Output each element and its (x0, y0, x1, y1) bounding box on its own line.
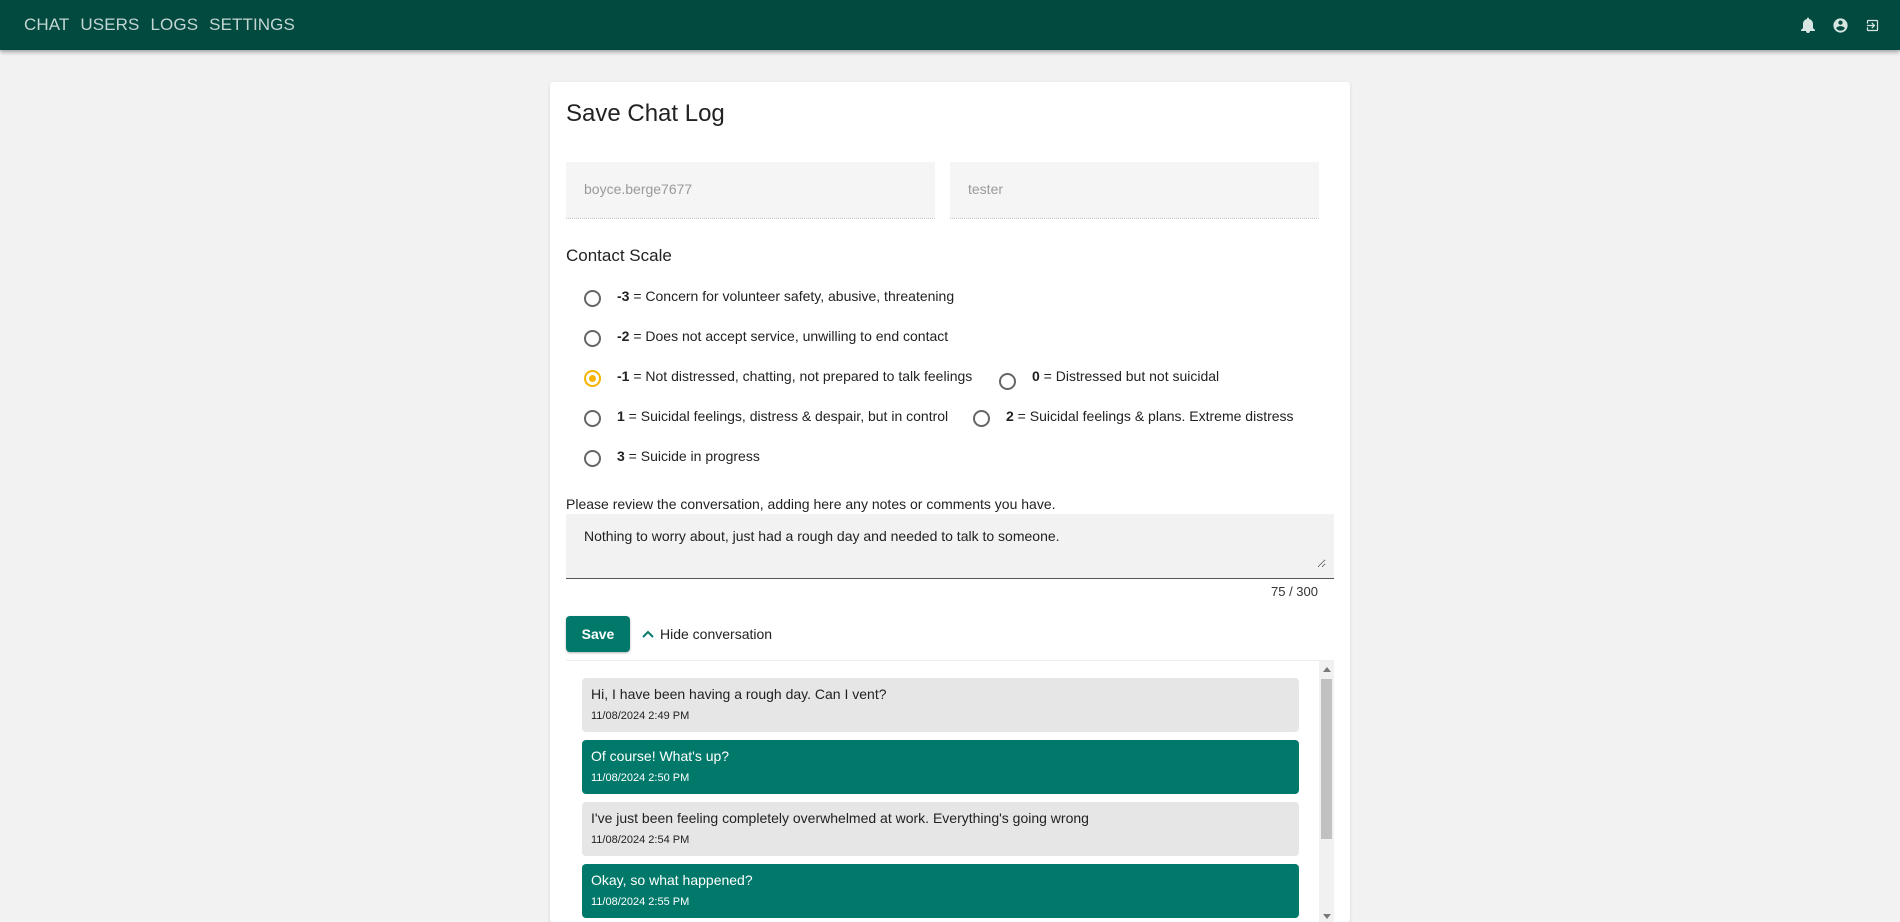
save-chat-log-card: Save Chat Log Contact Scale -3 = Concern… (550, 82, 1350, 922)
username-field[interactable] (566, 162, 935, 219)
chevron-up-icon (642, 630, 654, 638)
radio-label: -3 = Concern for volunteer safety, abusi… (617, 288, 954, 304)
scrollbar-thumb[interactable] (1321, 679, 1332, 839)
conversation-scrollbar[interactable] (1319, 661, 1334, 922)
scale-value: -3 (617, 287, 630, 304)
message-text: Hi, I have been having a rough day. Can … (591, 686, 887, 702)
volunteer-input[interactable] (966, 180, 1300, 198)
message-timestamp: 11/08/2024 2:49 PM (591, 710, 690, 722)
radio-button-selected[interactable] (584, 370, 601, 387)
notes-field[interactable]: Nothing to worry about, just had a rough… (566, 514, 1334, 579)
scale-value: 2 (1006, 407, 1014, 424)
notes-label: Please review the conversation, adding h… (566, 496, 1056, 512)
message-timestamp: 11/08/2024 2:54 PM (591, 834, 690, 846)
scale-value: -2 (617, 327, 630, 344)
radio-label: 3 = Suicide in progress (617, 448, 760, 464)
radio-button[interactable] (999, 373, 1016, 390)
bell-icon[interactable] (1799, 16, 1817, 34)
nav-chat[interactable]: CHAT (24, 15, 69, 35)
contact-scale-option-2[interactable]: 2 = Suicidal feelings & plans. Extreme d… (973, 408, 1294, 427)
message-timestamp: 11/08/2024 2:50 PM (591, 772, 690, 784)
save-button[interactable]: Save (566, 616, 630, 652)
scroll-down-arrow-icon[interactable] (1323, 914, 1331, 919)
scroll-up-arrow-icon[interactable] (1323, 667, 1331, 672)
chat-message-received: I've just been feeling completely overwh… (582, 802, 1299, 856)
chat-message-sent: Okay, so what happened? 11/08/2024 2:55 … (582, 864, 1299, 918)
contact-scale-option-0[interactable]: 0 = Distressed but not suicidal (999, 368, 1219, 390)
scale-value: -1 (617, 367, 630, 384)
scale-value: 1 (617, 407, 625, 424)
contact-scale-title: Contact Scale (566, 246, 672, 265)
radio-label: -2 = Does not accept service, unwilling … (617, 328, 948, 344)
conversation-panel[interactable]: Hi, I have been having a rough day. Can … (566, 660, 1334, 922)
hide-conversation-button[interactable]: Hide conversation (642, 618, 772, 650)
scale-desc: = Suicide in progress (624, 447, 760, 464)
scale-desc: = Suicidal feelings & plans. Extreme dis… (1013, 407, 1294, 424)
volunteer-field[interactable] (950, 162, 1319, 219)
hide-conversation-label: Hide conversation (660, 626, 773, 642)
scale-desc: = Not distressed, chatting, not prepared… (629, 367, 973, 384)
message-text: Okay, so what happened? (591, 872, 753, 888)
radio-button[interactable] (584, 330, 601, 347)
radio-button[interactable] (584, 450, 601, 467)
message-text: Of course! What's up? (591, 748, 730, 764)
nav-users[interactable]: USERS (80, 15, 139, 35)
nav-settings[interactable]: SETTINGS (209, 15, 295, 35)
radio-button[interactable] (584, 410, 601, 427)
username-input[interactable] (582, 180, 916, 198)
header-actions (1785, 16, 1900, 34)
logout-icon[interactable] (1863, 16, 1881, 34)
message-text: I've just been feeling completely overwh… (591, 810, 1089, 826)
chat-message-received: Hi, I have been having a rough day. Can … (582, 678, 1299, 732)
main-nav: CHAT USERS LOGS SETTINGS (0, 15, 306, 35)
contact-scale-option-1[interactable]: 1 = Suicidal feelings, distress & despai… (584, 408, 948, 427)
page-title: Save Chat Log (566, 100, 725, 127)
notes-textarea[interactable]: Nothing to worry about, just had a rough… (582, 526, 1326, 568)
contact-scale-option-minus-3[interactable]: -3 = Concern for volunteer safety, abusi… (584, 288, 954, 307)
contact-scale-option-minus-2[interactable]: -2 = Does not accept service, unwilling … (584, 328, 948, 347)
radio-button[interactable] (584, 290, 601, 307)
scale-value: 3 (617, 447, 625, 464)
radio-label: 0 = Distressed but not suicidal (1032, 368, 1219, 384)
radio-label: 2 = Suicidal feelings & plans. Extreme d… (1006, 408, 1294, 424)
contact-scale-option-3[interactable]: 3 = Suicide in progress (584, 448, 760, 467)
scale-desc: = Does not accept service, unwilling to … (629, 327, 949, 344)
contact-scale-option-minus-1[interactable]: -1 = Not distressed, chatting, not prepa… (584, 368, 972, 387)
character-counter: 75 / 300 (1271, 584, 1318, 599)
radio-label: 1 = Suicidal feelings, distress & despai… (617, 408, 948, 424)
radio-button[interactable] (973, 410, 990, 427)
account-circle-icon[interactable] (1831, 16, 1849, 34)
radio-label: -1 = Not distressed, chatting, not prepa… (617, 368, 972, 384)
scale-desc: = Distressed but not suicidal (1039, 367, 1220, 384)
chat-message-sent: Of course! What's up? 11/08/2024 2:50 PM (582, 740, 1299, 794)
message-timestamp: 11/08/2024 2:55 PM (591, 896, 690, 908)
scale-desc: = Suicidal feelings, distress & despair,… (624, 407, 949, 424)
scale-value: 0 (1032, 367, 1040, 384)
scale-desc: = Concern for volunteer safety, abusive,… (629, 287, 955, 304)
nav-logs[interactable]: LOGS (151, 15, 199, 35)
top-app-bar: CHAT USERS LOGS SETTINGS (0, 0, 1900, 50)
